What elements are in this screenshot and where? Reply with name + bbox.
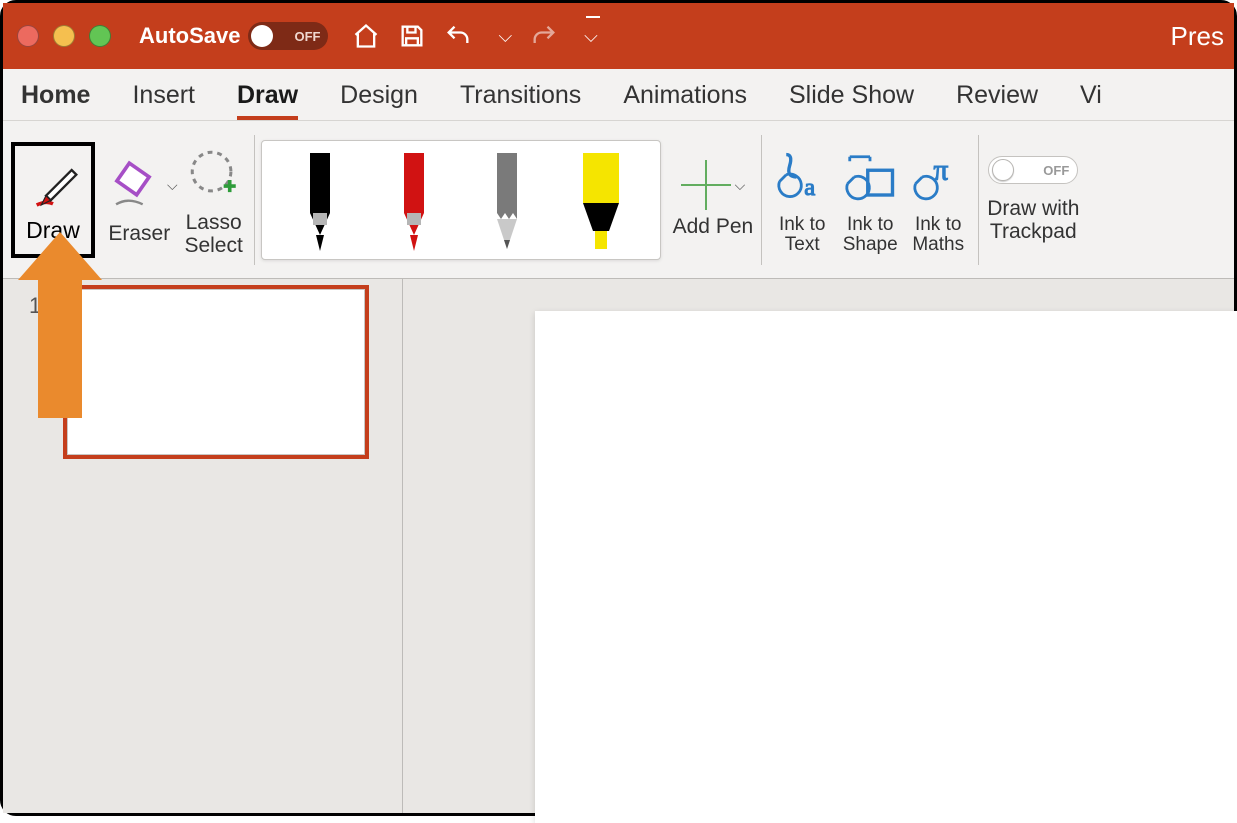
slide-canvas[interactable] (535, 311, 1237, 823)
pen-gallery[interactable] (261, 140, 661, 260)
ink-to-maths-button[interactable]: π Ink to Maths (904, 141, 972, 259)
ribbon-divider (761, 135, 762, 265)
tab-animations[interactable]: Animations (623, 81, 747, 120)
ink-to-maths-icon: π (906, 145, 970, 209)
tab-transitions[interactable]: Transitions (460, 81, 581, 120)
ribbon-draw: Draw ⌵ Eraser Lasso Select (3, 121, 1234, 279)
eraser-label: Eraser (108, 223, 170, 245)
ribbon-divider (254, 135, 255, 265)
ink-to-maths-label: Ink to Maths (912, 215, 964, 255)
ink-to-shape-icon (838, 145, 902, 209)
ink-to-shape-label: Ink to Shape (843, 215, 898, 255)
tab-review[interactable]: Review (956, 81, 1038, 120)
add-pen-button[interactable]: ⌵ Add Pen (671, 156, 756, 242)
eraser-icon (101, 153, 165, 217)
traffic-lights (17, 25, 111, 47)
undo-icon[interactable] (444, 22, 472, 50)
redo-icon[interactable] (530, 22, 558, 50)
pen-red[interactable] (387, 153, 441, 253)
trackpad-toggle[interactable]: OFF (988, 156, 1078, 184)
slide-thumbnail-1[interactable] (63, 285, 369, 459)
highlighter-yellow[interactable] (574, 153, 628, 253)
tab-view[interactable]: Vi (1080, 81, 1102, 120)
tab-design[interactable]: Design (340, 81, 418, 120)
pen-draw-icon (24, 155, 82, 213)
eraser-dropdown-icon[interactable]: ⌵ (167, 177, 178, 194)
lasso-label: Lasso Select (184, 212, 242, 256)
add-pen-label: Add Pen (673, 216, 754, 238)
pencil-gray[interactable] (480, 153, 534, 253)
pen-black[interactable] (293, 153, 347, 253)
ribbon-divider (978, 135, 979, 265)
plus-icon (681, 160, 731, 210)
trackpad-label: Draw with Trackpad (987, 198, 1079, 242)
undo-dropdown[interactable]: ⌵ (498, 26, 512, 47)
ink-to-shape-button[interactable]: Ink to Shape (836, 141, 904, 259)
trackpad-toggle-knob (992, 159, 1014, 181)
ink-to-text-label: Ink to Text (779, 215, 825, 255)
minimize-window-button[interactable] (53, 25, 75, 47)
trackpad-state: OFF (1043, 163, 1069, 178)
ribbon-tabs: Home Insert Draw Design Transitions Anim… (3, 69, 1234, 121)
autosave-toggle-knob (251, 25, 273, 47)
lasso-icon (182, 142, 246, 206)
tab-slideshow[interactable]: Slide Show (789, 81, 914, 120)
eraser-button[interactable]: ⌵ Eraser (99, 149, 180, 249)
document-title: Pres (1171, 21, 1224, 52)
tab-insert[interactable]: Insert (132, 81, 195, 120)
add-pen-dropdown-icon[interactable]: ⌵ (735, 177, 746, 194)
tab-home[interactable]: Home (21, 81, 90, 120)
customize-qat-dropdown[interactable]: ⌵ (584, 26, 598, 47)
close-window-button[interactable] (17, 25, 39, 47)
work-area: 1 (3, 279, 1234, 813)
autosave-toggle[interactable]: OFF (248, 22, 328, 50)
save-icon[interactable] (398, 22, 426, 50)
home-icon[interactable] (352, 22, 380, 50)
zoom-window-button[interactable] (89, 25, 111, 47)
svg-text:a: a (804, 174, 815, 201)
quick-access-toolbar: ⌵ ⌵ (352, 22, 597, 50)
autosave-label: AutoSave (139, 23, 240, 49)
draw-with-trackpad-button[interactable]: OFF Draw with Trackpad (985, 152, 1081, 246)
slide-canvas-area (403, 279, 1234, 813)
tab-draw[interactable]: Draw (237, 81, 298, 120)
autosave-control[interactable]: AutoSave OFF (139, 22, 328, 50)
titlebar: AutoSave OFF ⌵ ⌵ Pres (3, 3, 1234, 69)
slide-thumbnail-content (67, 289, 365, 455)
autosave-state: OFF (294, 29, 320, 44)
ink-to-text-icon: a (770, 145, 834, 209)
annotation-arrow (18, 232, 98, 418)
lasso-select-button[interactable]: Lasso Select (180, 138, 248, 260)
ink-to-text-button[interactable]: a Ink to Text (768, 141, 836, 259)
